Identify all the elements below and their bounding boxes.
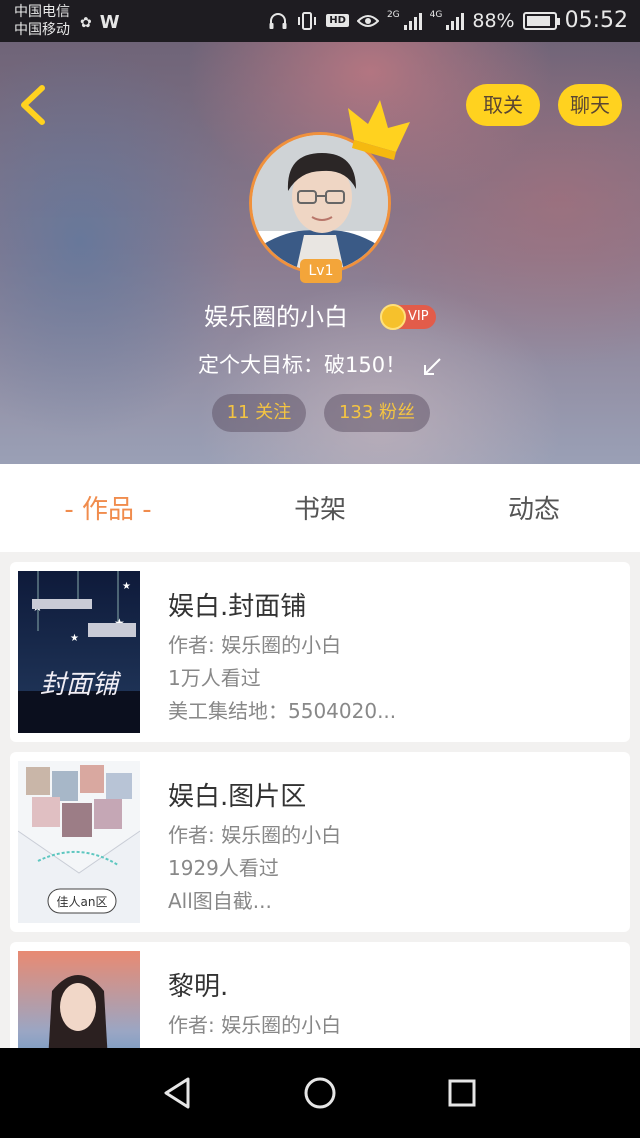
cover-art: 佳人an区 bbox=[18, 761, 140, 923]
svg-text:★: ★ bbox=[122, 581, 131, 592]
motto-text: 定个大目标：破150！ bbox=[198, 353, 407, 377]
cover-title: 佳人an区 bbox=[57, 895, 108, 909]
work-description: 美工集结地：5504020... bbox=[168, 699, 397, 723]
cover-art: ★ ★ ★ ★ 封面铺 bbox=[18, 571, 140, 733]
list-item[interactable]: 黎明. 作者: 娱乐圈的小白 bbox=[10, 942, 630, 1048]
edit-arrow-icon[interactable] bbox=[422, 357, 442, 377]
fans-count[interactable]: 133 粉丝 bbox=[324, 394, 430, 432]
book-cover: 佳人an区 bbox=[18, 761, 140, 923]
system-nav-bar bbox=[0, 1048, 640, 1138]
cover-title: 封面铺 bbox=[40, 670, 122, 700]
work-views: 1万人看过 bbox=[168, 666, 261, 690]
work-description: All图自截... bbox=[168, 889, 272, 913]
recents-square-icon[interactable] bbox=[442, 1073, 482, 1113]
signal-4g-icon bbox=[446, 12, 465, 30]
chevron-left-icon bbox=[21, 85, 45, 125]
eye-icon bbox=[356, 14, 379, 27]
clock: 05:52 bbox=[564, 8, 628, 33]
nickname-row: 娱乐圈的小白 VIP bbox=[0, 300, 640, 334]
chat-button[interactable]: 聊天 bbox=[558, 84, 622, 126]
back-triangle-icon[interactable] bbox=[158, 1073, 198, 1113]
work-title: 娱白.图片区 bbox=[168, 782, 307, 812]
status-bar: 中国电信 中国移动 ✿ W HD 2G 4G 88% 05:52 bbox=[0, 0, 640, 42]
works-list: ★ ★ ★ ★ 封面铺 娱白.封面铺 作者: 娱乐圈的小白 1万人看过 美工集结… bbox=[0, 552, 640, 1048]
status-left-icons: ✿ W bbox=[80, 12, 120, 33]
motto-row: 定个大目标：破150！ bbox=[0, 350, 640, 380]
vip-badge[interactable]: VIP bbox=[380, 304, 436, 330]
profile-header: 取关 聊天 Lv1 娱乐圈的小白 VIP 定个大目标：破150！ 11 关注 1… bbox=[0, 42, 640, 464]
net-2g-label: 2G bbox=[386, 9, 400, 20]
tab-feed[interactable]: 动态 bbox=[464, 464, 604, 552]
tab-bookshelf[interactable]: 书架 bbox=[250, 464, 390, 552]
profile-tabs: - 作品 - 书架 动态 bbox=[0, 464, 640, 552]
book-cover: ★ ★ ★ ★ 封面铺 bbox=[18, 571, 140, 733]
work-author: 作者: 娱乐圈的小白 bbox=[168, 1013, 342, 1037]
crown-icon bbox=[348, 100, 410, 160]
book-cover bbox=[18, 951, 140, 1048]
vibrate-icon bbox=[298, 11, 317, 30]
headphones-icon bbox=[269, 12, 287, 29]
profile-page: 中国电信 中国移动 ✿ W HD 2G 4G 88% 05:52 取关 聊天 L… bbox=[0, 0, 640, 1138]
work-author: 作者: 娱乐圈的小白 bbox=[168, 823, 342, 847]
work-views: 1929人看过 bbox=[168, 856, 279, 880]
carrier-info: 中国电信 中国移动 bbox=[14, 3, 70, 39]
vip-crown-icon bbox=[380, 304, 406, 330]
battery-icon bbox=[522, 11, 560, 30]
list-item[interactable]: ★ ★ ★ ★ 封面铺 娱白.封面铺 作者: 娱乐圈的小白 1万人看过 美工集结… bbox=[10, 562, 630, 742]
work-title: 黎明. bbox=[168, 972, 229, 1002]
signal-2g-icon bbox=[403, 12, 422, 30]
back-button[interactable] bbox=[14, 82, 54, 128]
notification-icon: ✿ bbox=[80, 14, 92, 31]
work-author: 作者: 娱乐圈的小白 bbox=[168, 633, 342, 657]
cover-art bbox=[18, 951, 140, 1048]
nickname: 娱乐圈的小白 bbox=[204, 303, 348, 331]
hd-icon: HD bbox=[326, 14, 349, 27]
home-circle-icon[interactable] bbox=[300, 1073, 340, 1113]
svg-text:★: ★ bbox=[70, 633, 79, 644]
list-item[interactable]: 佳人an区 娱白.图片区 作者: 娱乐圈的小白 1929人看过 All图自截..… bbox=[10, 752, 630, 932]
unfollow-button[interactable]: 取关 bbox=[466, 84, 540, 126]
battery-fill bbox=[526, 15, 550, 26]
battery-percent: 88% bbox=[472, 9, 515, 32]
carrier-2: 中国移动 bbox=[14, 22, 70, 38]
w-app-icon: W bbox=[99, 12, 120, 33]
work-title: 娱白.封面铺 bbox=[168, 592, 307, 622]
status-right: HD 2G 4G 88% 05:52 bbox=[268, 8, 628, 33]
carrier-1: 中国电信 bbox=[14, 4, 70, 20]
following-count[interactable]: 11 关注 bbox=[212, 394, 306, 432]
tab-works[interactable]: - 作品 - bbox=[40, 464, 176, 552]
net-4g-label: 4G bbox=[429, 9, 443, 20]
level-badge: Lv1 bbox=[300, 259, 342, 283]
vip-label: VIP bbox=[408, 309, 429, 324]
